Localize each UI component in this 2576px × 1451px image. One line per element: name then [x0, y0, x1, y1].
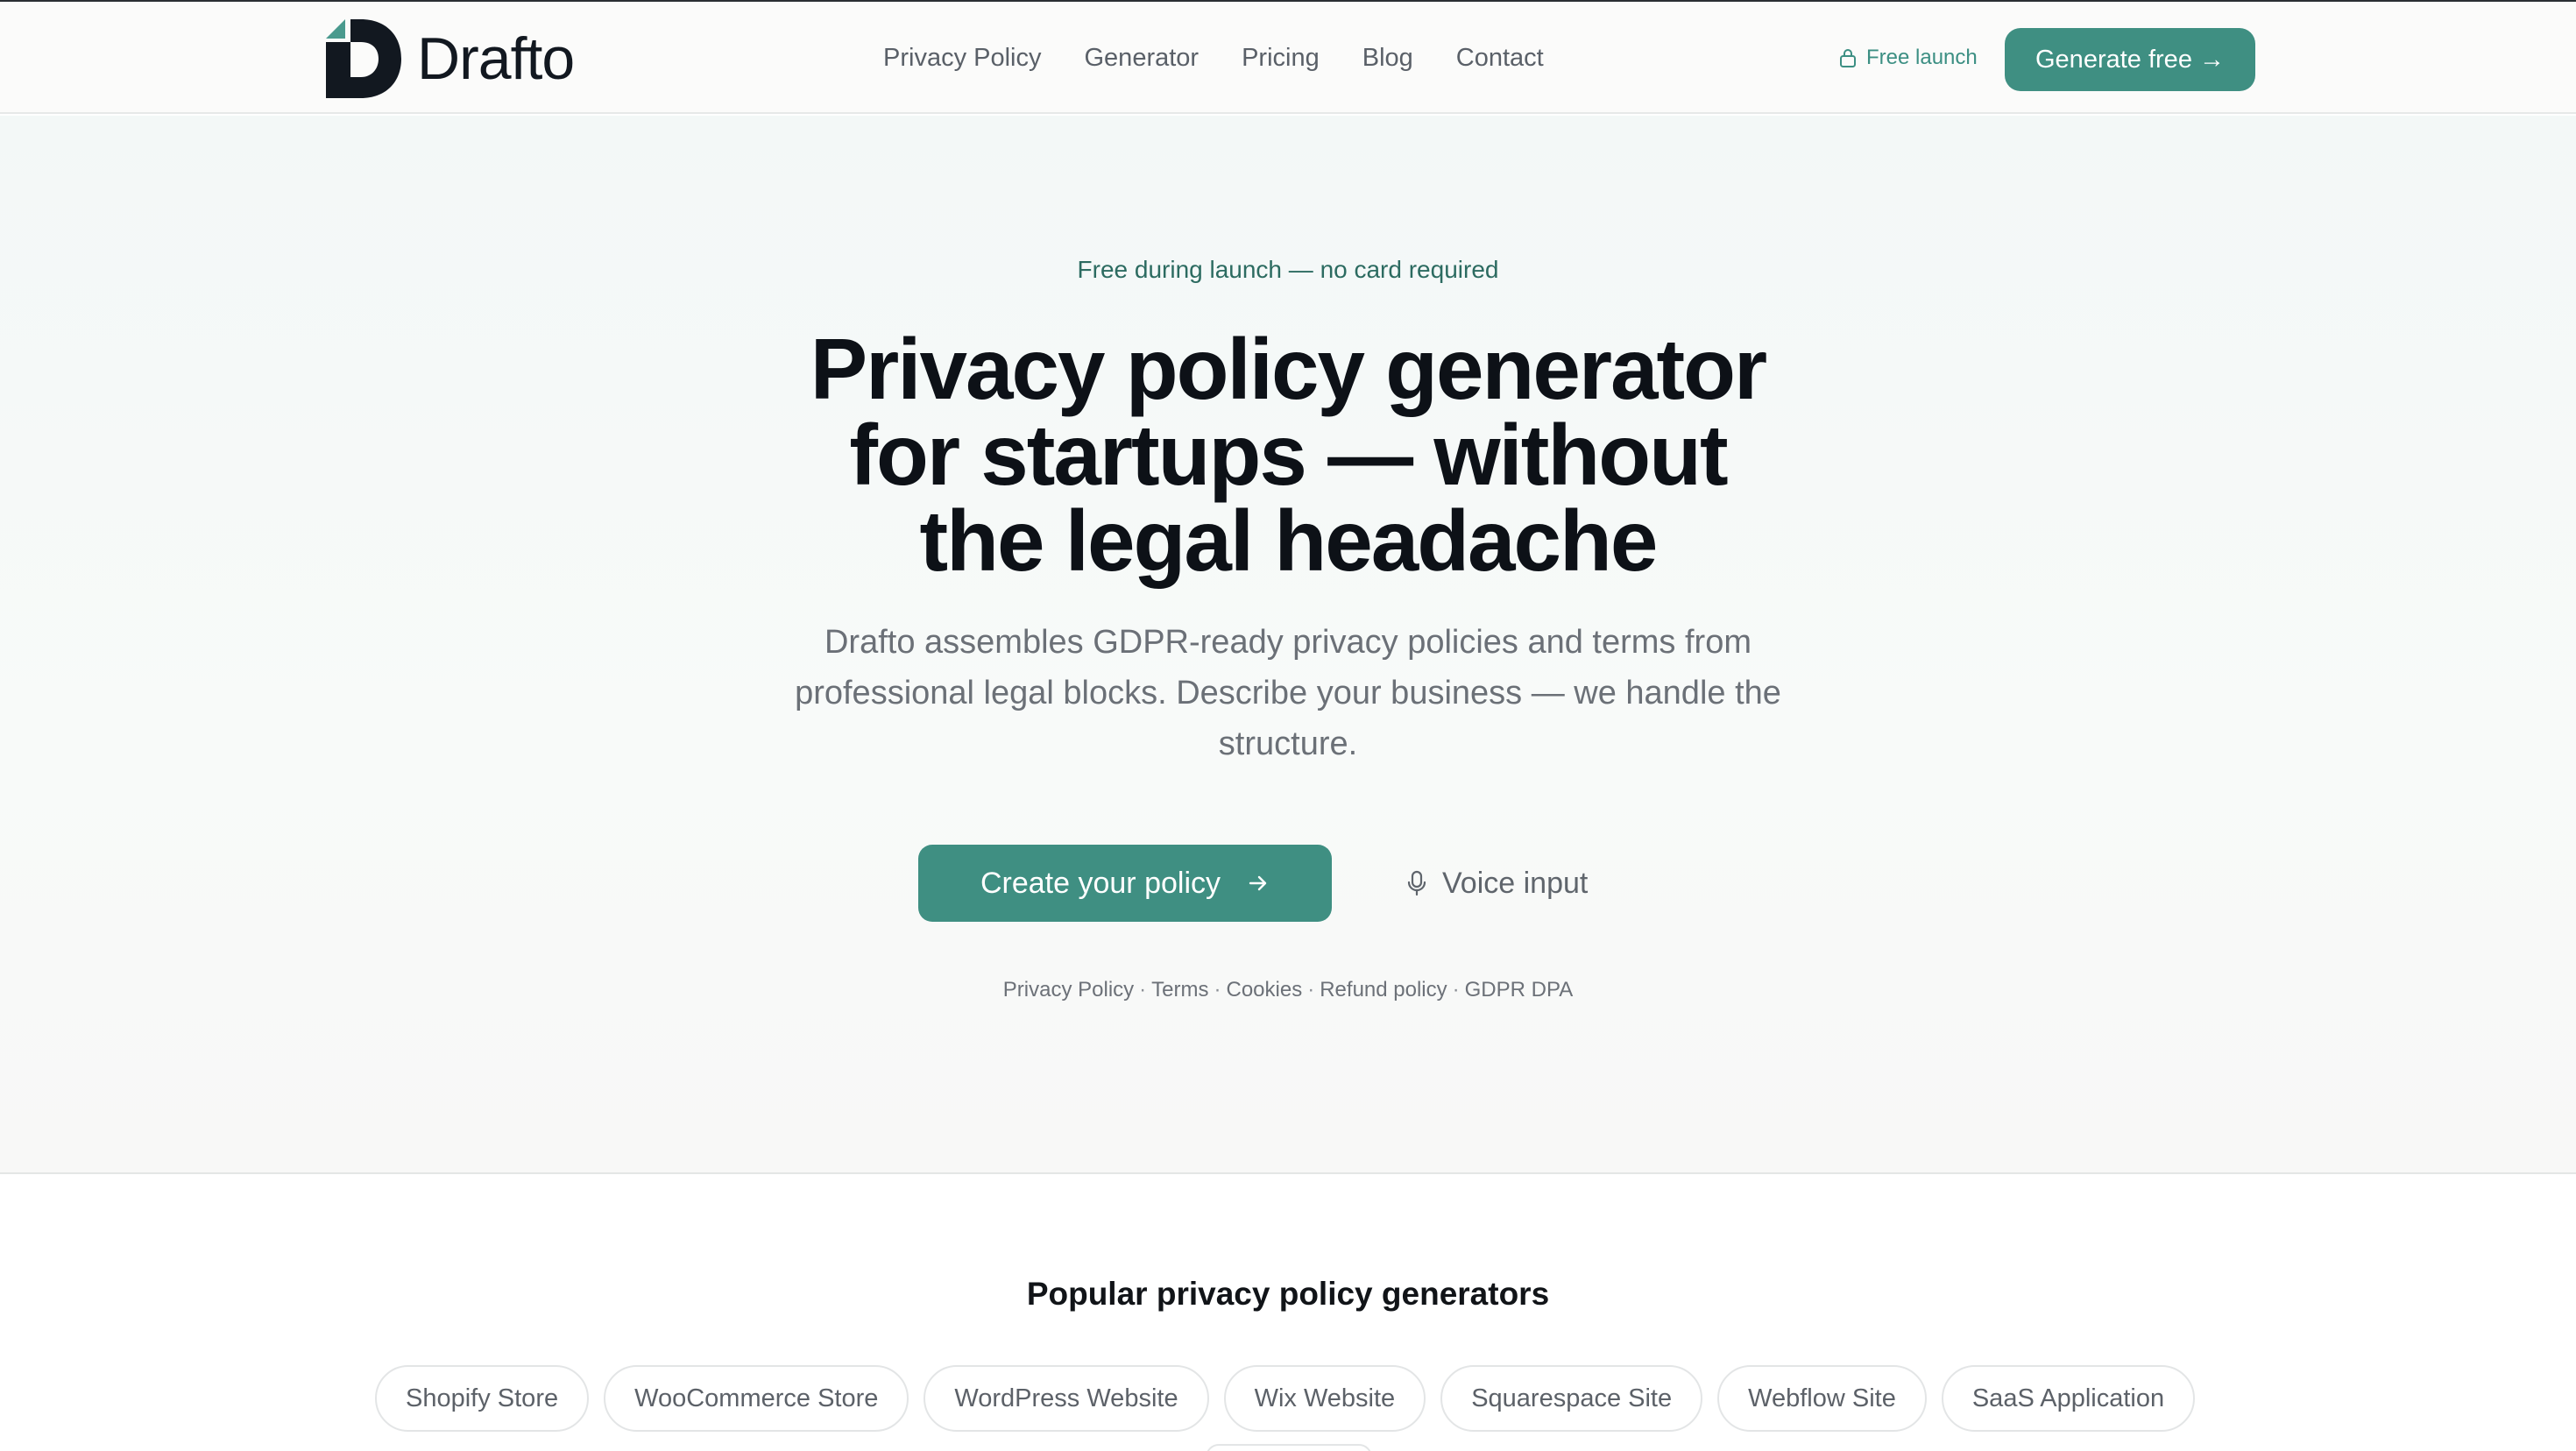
hero-section: Free during launch — no card required Pr… [0, 116, 2576, 1174]
free-launch-label: Free launch [1866, 46, 1978, 69]
doc-link-cookies: Cookies [1226, 978, 1303, 1002]
title-line-3: the legal headache [919, 492, 1659, 589]
document-types-list: Privacy Policy · Terms · Cookies · Refund poli… [0, 978, 2576, 1002]
title-line-1: Privacy policy generator [810, 321, 1767, 417]
nav-contact[interactable]: Contact [1456, 44, 1544, 73]
chip-squarespace-site[interactable]: Squarespace Site [1440, 1365, 1703, 1432]
separator: · [1452, 978, 1460, 1002]
lock-icon [1840, 49, 1856, 67]
nav-privacy-policy[interactable]: Privacy Policy [883, 44, 1042, 73]
doc-link-refund: Refund policy [1320, 978, 1447, 1002]
page-title: Privacy policy generator for startups — … [718, 326, 1858, 584]
chip-saas-application[interactable]: SaaS Application [1941, 1365, 2196, 1432]
chip-shopify-store[interactable]: Shopify Store [375, 1365, 590, 1432]
voice-input-button[interactable]: Voice input [1405, 848, 1588, 918]
drafto-logo-icon [326, 19, 401, 98]
doc-link-privacy: Privacy Policy [1002, 978, 1135, 1002]
arrow-right-icon [1247, 872, 1270, 895]
generate-free-button[interactable]: Generate free → [2005, 28, 2255, 91]
chip-next-row-partial[interactable] [1206, 1444, 1372, 1451]
chip-wordpress-website[interactable]: WordPress Website [924, 1365, 1209, 1432]
separator: · [1307, 978, 1315, 1002]
main-nav: Privacy Policy Generator Pricing Blog Co… [883, 2, 1587, 114]
site-header: Drafto Privacy Policy Generator Pricing … [0, 2, 2576, 114]
generator-chip-list: Shopify Store WooCommerce Store WordPres… [375, 1365, 2210, 1432]
separator: · [1139, 978, 1147, 1002]
title-line-2: for startups — without [849, 407, 1728, 503]
chip-woocommerce-store[interactable]: WooCommerce Store [604, 1365, 909, 1432]
doc-link-terms: Terms [1151, 978, 1209, 1002]
chip-webflow-site[interactable]: Webflow Site [1717, 1365, 1927, 1432]
nav-generator[interactable]: Generator [1085, 44, 1200, 73]
separator: · [1214, 978, 1221, 1002]
brand-logo[interactable]: Drafto [326, 19, 575, 98]
hero-subtitle: Drafto assembles GDPR-ready privacy poli… [795, 624, 1781, 762]
create-policy-label: Create your policy [980, 866, 1221, 900]
free-launch-badge: Free launch [1838, 40, 1978, 75]
doc-link-gdpr-dpa: GDPR DPA [1464, 978, 1574, 1002]
nav-blog[interactable]: Blog [1362, 44, 1413, 73]
chip-wix-website[interactable]: Wix Website [1223, 1365, 1426, 1432]
microphone-icon [1407, 870, 1426, 896]
voice-input-label: Voice input [1442, 866, 1589, 900]
create-policy-button[interactable]: Create your policy [918, 845, 1332, 922]
nav-pricing[interactable]: Pricing [1242, 44, 1320, 73]
popular-title: Popular privacy policy generators [1026, 1276, 1550, 1312]
brand-name: Drafto [417, 25, 575, 92]
launch-eyebrow: Free during launch — no card required [1077, 256, 1499, 283]
